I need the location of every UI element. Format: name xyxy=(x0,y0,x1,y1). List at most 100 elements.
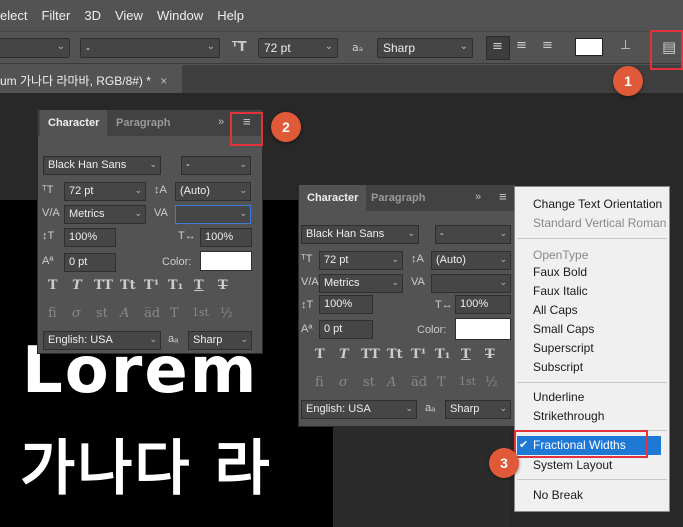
menu-item-no-break[interactable]: No Break xyxy=(533,488,583,502)
antialias-dropdown[interactable]: Sharp ⌄ xyxy=(377,38,473,58)
baseline-shift-input[interactable]: 0 pt xyxy=(64,253,116,272)
tab-character[interactable]: Character xyxy=(40,110,108,136)
subscript-icon[interactable]: T₁ xyxy=(435,347,450,362)
discretionary-ligatures-icon[interactable]: st xyxy=(96,306,108,321)
old-style-icon[interactable]: σ xyxy=(339,375,348,390)
menu-help[interactable]: Help xyxy=(217,8,244,23)
menu-filter[interactable]: Filter xyxy=(41,8,70,23)
ordinals-icon[interactable]: 1st xyxy=(192,306,209,319)
menu-window[interactable]: Window xyxy=(157,8,203,23)
small-caps-icon[interactable]: Tt xyxy=(120,278,136,293)
tab-character[interactable]: Character xyxy=(299,185,367,211)
discretionary-ligatures-icon[interactable]: st xyxy=(363,375,375,390)
font-size-select[interactable]: 72 pt ⌄ xyxy=(64,182,146,201)
leading-select[interactable]: (Auto) ⌄ xyxy=(431,251,511,270)
subscript-icon[interactable]: T₁ xyxy=(168,278,183,293)
faux-bold-icon[interactable]: T xyxy=(48,278,58,293)
strikethrough-icon[interactable]: T xyxy=(218,278,228,293)
baseline-shift-input[interactable]: 0 pt xyxy=(319,320,373,339)
collapse-icon[interactable]: » xyxy=(218,116,224,128)
color-swatch[interactable] xyxy=(200,251,252,271)
antialias-icon: aₐ xyxy=(168,333,179,345)
fractions-icon[interactable]: ½ xyxy=(220,306,233,321)
faux-italic-icon[interactable]: T xyxy=(339,347,349,362)
align-left-button[interactable]: ≡ xyxy=(486,36,510,60)
font-style-select[interactable]: - ⌄ xyxy=(181,156,251,175)
titling-alternates-icon[interactable]: T xyxy=(437,375,446,390)
menu-item-all-caps[interactable]: All Caps xyxy=(533,303,578,317)
baseline-shift-icon: Aª xyxy=(301,323,313,335)
superscript-icon[interactable]: T¹ xyxy=(411,347,426,362)
menu-select[interactable]: elect xyxy=(0,8,27,23)
language-select[interactable]: English: USA ⌄ xyxy=(301,400,417,419)
strikethrough-icon[interactable]: T xyxy=(485,347,495,362)
leading-select[interactable]: (Auto) ⌄ xyxy=(175,182,251,201)
font-family-select[interactable]: Black Han Sans ⌄ xyxy=(301,225,419,244)
font-style-dropdown[interactable]: - ⌄ xyxy=(80,38,220,58)
horizontal-scale-input[interactable]: 100% xyxy=(200,228,252,247)
menu-item-superscript[interactable]: Superscript xyxy=(533,341,594,355)
horizontal-scale-input[interactable]: 100% xyxy=(455,295,511,314)
menu-3d[interactable]: 3D xyxy=(84,8,101,23)
warp-text-icon[interactable]: ⊥ xyxy=(620,38,631,53)
font-size-value: 72 pt xyxy=(324,254,349,266)
menu-item-change-text-orientation[interactable]: Change Text Orientation xyxy=(533,197,662,211)
ligatures-icon[interactable]: fi xyxy=(315,375,324,390)
document-tab[interactable]: um 가나다 라마바, RGB/8#) * × xyxy=(0,65,182,93)
all-caps-icon[interactable]: TT xyxy=(361,347,380,362)
align-right-icon[interactable]: ≡ xyxy=(542,38,553,53)
panel-menu-icon[interactable]: ≡ xyxy=(499,189,507,204)
kerning-select[interactable]: Metrics ⌄ xyxy=(64,205,146,224)
menu-item-faux-bold[interactable]: Faux Bold xyxy=(533,265,587,279)
menu-divider xyxy=(517,238,667,239)
menu-item-system-layout[interactable]: System Layout xyxy=(533,458,612,472)
text-color-swatch[interactable] xyxy=(575,38,603,56)
font-style-select[interactable]: - ⌄ xyxy=(435,225,511,244)
tracking-select[interactable]: ⌄ xyxy=(431,274,511,293)
tracking-select[interactable]: ⌄ xyxy=(175,205,251,224)
ligatures-icon[interactable]: fi xyxy=(48,306,57,321)
menu-item-strikethrough[interactable]: Strikethrough xyxy=(533,409,604,423)
menu-view[interactable]: View xyxy=(115,8,143,23)
menu-item-faux-italic[interactable]: Faux Italic xyxy=(533,284,588,298)
collapse-icon[interactable]: » xyxy=(475,191,481,203)
vertical-scale-input[interactable]: 100% xyxy=(319,295,373,314)
chevron-down-icon: ⌄ xyxy=(391,277,399,287)
titling-alternates-icon[interactable]: T xyxy=(170,306,179,321)
language-select[interactable]: English: USA ⌄ xyxy=(43,331,161,350)
font-family-dropdown[interactable]: ⌄ xyxy=(0,38,70,58)
font-size-select[interactable]: 72 pt ⌄ xyxy=(319,251,403,270)
tab-paragraph[interactable]: Paragraph xyxy=(363,185,433,211)
swash-icon[interactable]: A xyxy=(120,306,129,321)
menu-item-underline[interactable]: Underline xyxy=(533,390,584,404)
antialias-select[interactable]: Sharp ⌄ xyxy=(188,331,252,350)
font-size-dropdown[interactable]: 72 pt ⌄ xyxy=(258,38,338,58)
faux-italic-icon[interactable]: T xyxy=(72,278,82,293)
antialias-icon: aₐ xyxy=(352,41,364,54)
antialias-select[interactable]: Sharp ⌄ xyxy=(445,400,511,419)
font-family-select[interactable]: Black Han Sans ⌄ xyxy=(43,156,161,175)
vertical-scale-input[interactable]: 100% xyxy=(64,228,116,247)
superscript-icon[interactable]: T¹ xyxy=(144,278,159,293)
faux-bold-icon[interactable]: T xyxy=(315,347,325,362)
underline-icon[interactable]: T xyxy=(461,347,471,362)
kerning-select[interactable]: Metrics ⌄ xyxy=(319,274,403,293)
chevron-down-icon: ⌄ xyxy=(405,403,413,413)
ordinals-icon[interactable]: 1st xyxy=(459,375,476,388)
all-caps-icon[interactable]: TT xyxy=(94,278,113,293)
menu-item-subscript[interactable]: Subscript xyxy=(533,360,583,374)
close-icon[interactable]: × xyxy=(160,74,167,88)
small-caps-icon[interactable]: Tt xyxy=(387,347,403,362)
stylistic-alternates-icon[interactable]: a̅d xyxy=(411,375,427,390)
stylistic-alternates-icon[interactable]: a̅d xyxy=(144,306,160,321)
tracking-icon: VA xyxy=(154,207,168,219)
old-style-icon[interactable]: σ xyxy=(72,306,81,321)
align-center-icon[interactable]: ≡ xyxy=(516,38,527,53)
chevron-down-icon: ⌄ xyxy=(499,403,507,413)
fractions-icon[interactable]: ½ xyxy=(485,375,498,390)
tab-paragraph[interactable]: Paragraph xyxy=(108,110,178,136)
menu-item-small-caps[interactable]: Small Caps xyxy=(533,322,594,336)
color-swatch[interactable] xyxy=(455,318,511,340)
underline-icon[interactable]: T xyxy=(194,278,204,293)
swash-icon[interactable]: A xyxy=(387,375,396,390)
